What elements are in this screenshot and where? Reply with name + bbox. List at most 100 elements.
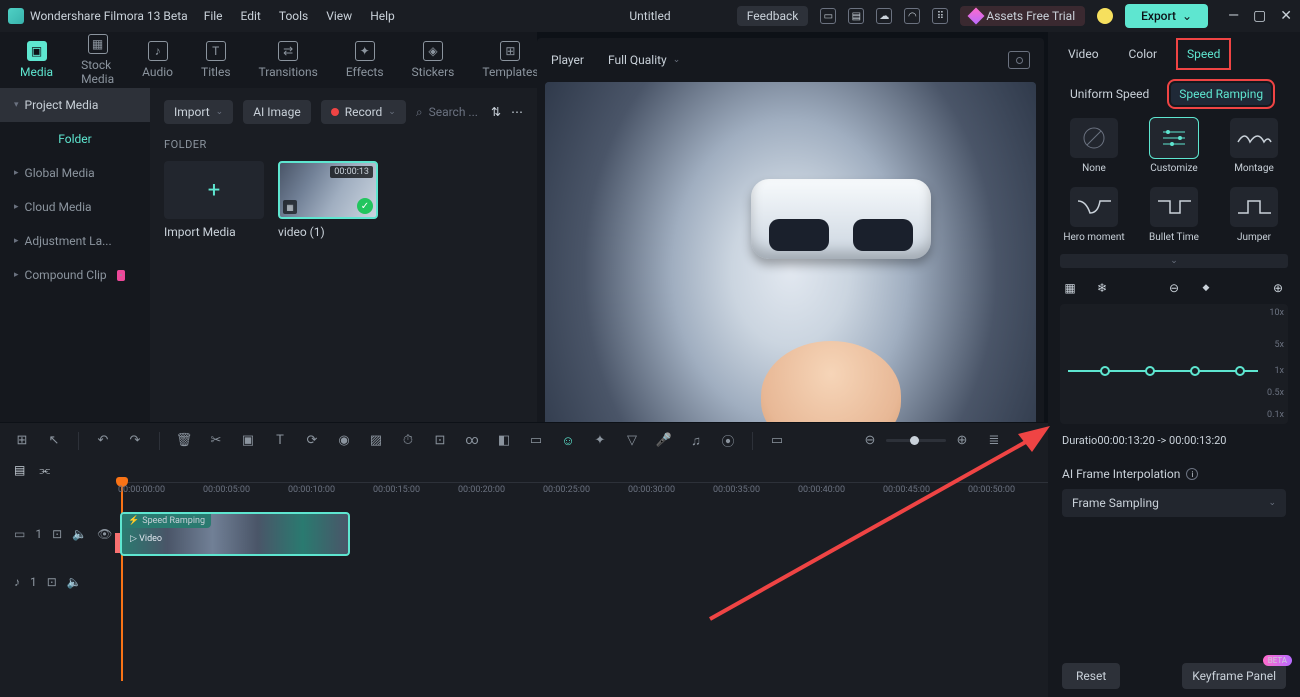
crop-icon[interactable]: ▣ — [240, 433, 256, 449]
preset-bullet[interactable]: Bullet Time — [1140, 187, 1208, 244]
import-dropdown[interactable]: Import⌄ — [164, 100, 233, 124]
redo-icon[interactable]: ↷ — [127, 433, 143, 449]
tab-audio[interactable]: ♪Audio — [142, 41, 173, 79]
pointer-icon[interactable]: ↖ — [46, 433, 62, 449]
menu-file[interactable]: File — [204, 9, 223, 23]
maximize-button[interactable]: ▢ — [1253, 8, 1266, 24]
beat-icon[interactable]: ⦿ — [720, 433, 736, 449]
import-media-tile[interactable]: + Import Media — [164, 161, 264, 239]
video-track-body[interactable]: ⚡Speed Ramping ▷ Video — [118, 510, 1048, 558]
ai-image-button[interactable]: AI Image — [243, 100, 310, 124]
export-button[interactable]: Export⌄ — [1125, 4, 1208, 28]
cut-icon[interactable]: ✂ — [208, 433, 224, 449]
rotate-icon[interactable]: ⟳ — [304, 433, 320, 449]
grid-toggle-icon[interactable]: ▦ — [1062, 280, 1078, 296]
ramp-keyframe[interactable] — [1100, 366, 1110, 376]
save-icon[interactable]: ▤ — [848, 8, 864, 24]
sidebar-item-folder[interactable]: Folder — [0, 122, 150, 156]
subtab-uniform[interactable]: Uniform Speed — [1062, 83, 1157, 105]
magnet-icon[interactable]: ⊞ — [14, 433, 30, 449]
avatar[interactable] — [1097, 8, 1113, 24]
zoom-in-icon[interactable]: ⊕ — [954, 433, 970, 449]
eye-icon[interactable]: 👁 — [97, 527, 112, 541]
menu-edit[interactable]: Edit — [241, 9, 261, 23]
record-dropdown[interactable]: Record⌄ — [321, 100, 406, 124]
aspect-icon[interactable]: ▭ — [769, 433, 785, 449]
tab-color[interactable]: Color — [1123, 43, 1163, 65]
text-icon[interactable]: T — [272, 433, 288, 449]
zoom-slider[interactable] — [886, 439, 946, 442]
sidebar-item-global[interactable]: ▸Global Media — [0, 156, 150, 190]
lock-icon[interactable]: ⊡ — [47, 575, 57, 589]
tab-titles[interactable]: TTitles — [201, 41, 230, 79]
preset-none[interactable]: None — [1060, 118, 1128, 175]
assets-trial-button[interactable]: Assets Free Trial — [960, 6, 1085, 26]
menu-tools[interactable]: Tools — [279, 9, 308, 23]
overlay-icon[interactable]: ▭ — [528, 433, 544, 449]
ramp-keyframe[interactable] — [1190, 366, 1200, 376]
tab-effects[interactable]: ✦Effects — [346, 41, 384, 79]
remove-keyframe-icon[interactable]: ⊖ — [1166, 280, 1182, 296]
search-input[interactable]: ⌕Search ... — [416, 105, 481, 120]
cloud-icon[interactable]: ☁ — [876, 8, 892, 24]
mask-icon[interactable]: ▨ — [368, 433, 384, 449]
timeline-clip[interactable]: ⚡Speed Ramping ▷ Video — [120, 512, 350, 556]
menu-help[interactable]: Help — [370, 9, 395, 23]
preset-montage[interactable]: Montage — [1220, 118, 1288, 175]
snapshot-icon[interactable] — [1008, 51, 1030, 69]
freeze-icon[interactable]: ❄ — [1094, 280, 1110, 296]
speed-ramp-graph[interactable]: 10x 5x 1x 0.5x 0.1x — [1060, 304, 1288, 424]
tab-templates[interactable]: ⊞Templates — [482, 41, 538, 79]
project-media-header[interactable]: ▾Project Media — [0, 88, 150, 122]
sparkle-icon[interactable]: ✦ — [592, 433, 608, 449]
audio-track-body[interactable] — [118, 558, 1048, 606]
tab-media[interactable]: ▣Media — [20, 41, 53, 79]
presets-expand[interactable]: ⌄ — [1060, 254, 1288, 268]
sidebar-item-adjustment[interactable]: ▸Adjustment La... — [0, 224, 150, 258]
track-icon[interactable]: ∞ — [464, 433, 480, 449]
zoom-out-icon[interactable]: ⊖ — [862, 433, 878, 449]
close-button[interactable]: ✕ — [1280, 8, 1292, 24]
device-icon[interactable]: ▭ — [820, 8, 836, 24]
preset-customize[interactable]: Customize — [1140, 118, 1208, 175]
sidebar-item-cloud[interactable]: ▸Cloud Media — [0, 190, 150, 224]
link-icon[interactable]: ⫘ — [39, 463, 50, 478]
track-view-icon[interactable]: ▤ — [14, 463, 25, 477]
mic-icon[interactable]: 🎤 — [656, 433, 672, 449]
chroma-icon[interactable]: ◧ — [496, 433, 512, 449]
filter-icon[interactable]: ⇅ — [491, 105, 501, 119]
ramp-keyframe[interactable] — [1235, 366, 1245, 376]
ramp-keyframe[interactable] — [1145, 366, 1155, 376]
sidebar-item-compound[interactable]: ▸Compound Clip• — [0, 258, 150, 292]
info-icon[interactable]: i — [1186, 468, 1198, 480]
headphones-icon[interactable]: ◠ — [904, 8, 920, 24]
music-icon[interactable]: ♫ — [688, 433, 704, 449]
tab-speed[interactable]: Speed — [1181, 43, 1226, 65]
media-item-video1[interactable]: 00:00:13 ▦ ✓ video (1) — [278, 161, 378, 239]
keyframe-dot-icon[interactable]: ◆ — [1198, 280, 1214, 296]
delete-icon[interactable]: 🗑 — [176, 433, 192, 449]
lock-icon[interactable]: ⊡ — [52, 527, 62, 541]
more-icon[interactable]: ⋯ — [511, 105, 523, 119]
ai-interp-dropdown[interactable]: Frame Sampling⌄ — [1062, 489, 1286, 517]
mute-icon[interactable]: 🔈 — [67, 575, 82, 589]
minimize-button[interactable]: — — [1228, 8, 1239, 24]
reset-button[interactable]: Reset — [1062, 663, 1120, 689]
apps-icon[interactable]: ⠿ — [932, 8, 948, 24]
timeline-ruler[interactable]: 00:00:00:00 00:00:05:00 00:00:10:00 00:0… — [118, 482, 1048, 510]
shield-icon[interactable]: ▽ — [624, 433, 640, 449]
smiley-icon[interactable]: ☺ — [560, 433, 576, 449]
subtab-ramping[interactable]: Speed Ramping — [1171, 83, 1271, 105]
undo-icon[interactable]: ↶ — [95, 433, 111, 449]
feedback-button[interactable]: Feedback — [737, 6, 809, 26]
tab-transitions[interactable]: ⇄Transitions — [259, 41, 318, 79]
tab-stickers[interactable]: ◈Stickers — [412, 41, 455, 79]
preset-jumper[interactable]: Jumper — [1220, 187, 1288, 244]
speed-icon[interactable]: ⏱ — [400, 433, 416, 449]
center-icon[interactable]: ⊡ — [432, 433, 448, 449]
tab-stock[interactable]: ▦Stock Media — [81, 34, 114, 86]
add-keyframe-icon[interactable]: ⊕ — [1270, 280, 1286, 296]
color-icon[interactable]: ◉ — [336, 433, 352, 449]
mute-icon[interactable]: 🔈 — [72, 527, 87, 541]
tab-video[interactable]: Video — [1062, 43, 1105, 65]
